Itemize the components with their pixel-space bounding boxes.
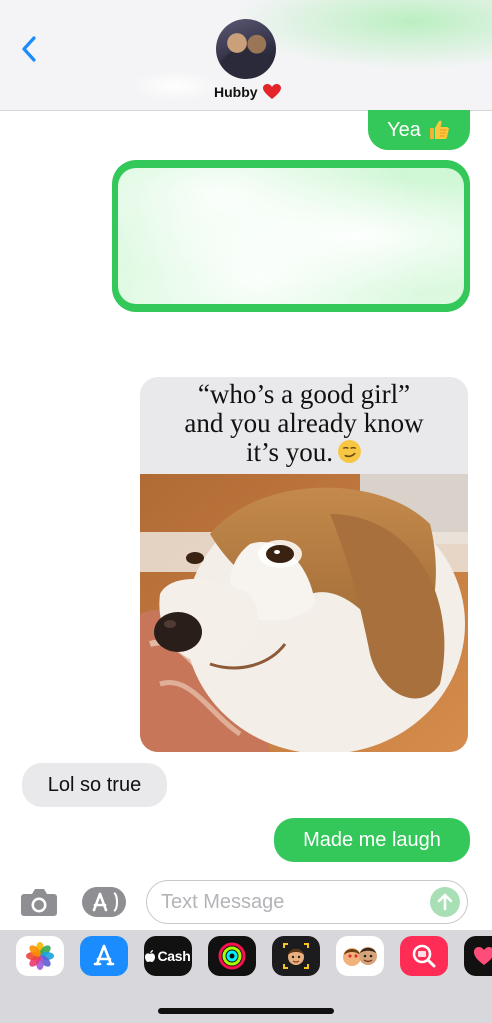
app-store[interactable] <box>80 936 128 976</box>
cash-label: Cash <box>157 948 191 964</box>
image-search-icon <box>412 944 436 968</box>
contact-name: Hubby <box>214 84 258 100</box>
app-store-drawer-button[interactable] <box>80 885 128 919</box>
message-sent-yea[interactable]: Yea <box>368 110 470 150</box>
app-photos[interactable] <box>16 936 64 976</box>
meme-caption: “who’s a good girl” and you already know… <box>140 377 468 474</box>
imessage-app-drawer: Cash <box>0 930 492 1023</box>
message-sent-redacted[interactable] <box>112 160 470 312</box>
app-memoji-stickers[interactable] <box>336 936 384 976</box>
beagle-photo <box>140 474 468 752</box>
redacted-smudge <box>130 70 220 102</box>
memoji-stickers-icon <box>343 947 377 966</box>
meme-caption-line-3: it’s you. <box>245 437 333 467</box>
home-indicator[interactable] <box>158 1008 334 1014</box>
contact-name-row[interactable]: Hubby <box>214 82 281 102</box>
chevron-left-icon <box>22 36 36 62</box>
apple-logo-icon <box>145 950 156 962</box>
message-received-meme-image[interactable]: “who’s a good girl” and you already know… <box>140 377 468 752</box>
redaction-blur <box>118 168 464 304</box>
message-text: Lol so true <box>47 774 142 796</box>
digital-touch-icon <box>474 947 492 965</box>
camera-icon <box>21 889 57 916</box>
meme-caption-line-3-wrap: it’s you. <box>140 438 468 467</box>
app-image-search[interactable] <box>400 936 448 976</box>
thumbs-up-icon <box>429 120 449 139</box>
message-input[interactable] <box>161 887 423 917</box>
app-store-icon <box>93 944 115 966</box>
meme-caption-line-2: and you already know <box>184 408 424 438</box>
send-button[interactable] <box>430 887 460 917</box>
message-sent-made-me-laugh[interactable]: Made me laugh <box>274 818 470 862</box>
app-apple-cash[interactable]: Cash <box>144 936 192 976</box>
app-fitness[interactable] <box>208 936 256 976</box>
app-digital-touch[interactable] <box>464 936 492 976</box>
smirking-face-icon <box>338 440 361 463</box>
red-heart-icon <box>262 84 281 99</box>
message-text: Yea <box>387 119 421 141</box>
arrow-up-icon <box>437 893 453 911</box>
fitness-activity-icon <box>218 942 246 970</box>
memoji-icon <box>283 943 309 969</box>
message-text: Made me laugh <box>303 829 441 851</box>
back-button[interactable] <box>12 30 46 68</box>
message-input-field[interactable] <box>146 880 468 924</box>
conversation-header: Hubby <box>0 0 492 111</box>
contact-avatar[interactable] <box>216 19 276 79</box>
app-store-icon <box>82 887 126 917</box>
meme-caption-line-1: “who’s a good girl” <box>197 379 411 409</box>
camera-button[interactable] <box>20 885 58 919</box>
message-received-lol[interactable]: Lol so true <box>22 763 167 807</box>
photos-icon <box>26 942 54 970</box>
app-memoji[interactable] <box>272 936 320 976</box>
